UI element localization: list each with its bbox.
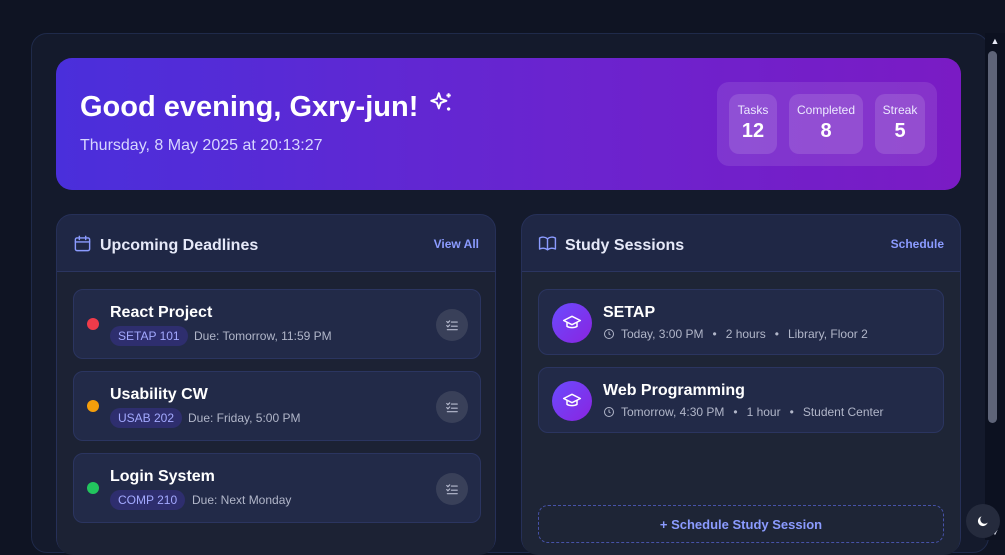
stat-value: 8 bbox=[820, 120, 832, 142]
book-open-icon bbox=[538, 234, 557, 258]
deadline-item[interactable]: Login System COMP 210 Due: Next Monday bbox=[73, 453, 481, 523]
study-sessions-title-text: Study Sessions bbox=[565, 237, 685, 254]
task-list-icon bbox=[446, 320, 458, 331]
deadline-title: Login System bbox=[110, 468, 215, 485]
session-meta: Tomorrow, 4:30 PM • 1 hour • Student Cen… bbox=[603, 405, 884, 419]
schedule-study-session-button[interactable]: + Schedule Study Session bbox=[538, 505, 944, 543]
graduation-cap-icon bbox=[552, 303, 592, 343]
due-text: Due: Friday, 5:00 PM bbox=[188, 411, 301, 425]
study-sessions-header: Study Sessions Schedule bbox=[522, 215, 960, 272]
meta-separator: • bbox=[712, 327, 717, 341]
priority-dot bbox=[87, 482, 99, 494]
session-location: Library, Floor 2 bbox=[787, 327, 868, 341]
stat-value: 12 bbox=[741, 120, 765, 142]
deadlines-card: Upcoming Deadlines View All React Projec… bbox=[56, 214, 496, 555]
sparkles-icon bbox=[428, 90, 454, 124]
study-sessions-card: Study Sessions Schedule SETAP Today, 3:0… bbox=[521, 214, 961, 555]
task-list-icon bbox=[446, 484, 458, 495]
task-list-icon bbox=[446, 402, 458, 413]
priority-dot bbox=[87, 318, 99, 330]
task-list-button[interactable] bbox=[436, 309, 468, 341]
schedule-link[interactable]: Schedule bbox=[891, 237, 944, 251]
session-item[interactable]: Web Programming Tomorrow, 4:30 PM • 1 ho… bbox=[538, 367, 944, 433]
scroll-thumb[interactable] bbox=[988, 51, 997, 423]
course-tag: SETAP 101 bbox=[110, 326, 188, 346]
greeting-title: Good evening, Gxry-jun! bbox=[80, 90, 454, 124]
session-time: Tomorrow, 4:30 PM bbox=[621, 405, 725, 419]
session-title: SETAP bbox=[603, 304, 656, 321]
session-duration: 2 hours bbox=[725, 327, 766, 341]
stats-panel: Tasks 12 Completed 8 Streak 5 bbox=[717, 82, 937, 166]
deadlines-header: Upcoming Deadlines View All bbox=[57, 215, 495, 272]
meta-separator: • bbox=[733, 405, 738, 419]
priority-dot bbox=[87, 400, 99, 412]
meta-separator: • bbox=[789, 405, 794, 419]
deadlines-title: Upcoming Deadlines bbox=[73, 234, 258, 258]
scroll-up-arrow-icon[interactable]: ▲ bbox=[985, 33, 1005, 49]
study-sessions-list: SETAP Today, 3:00 PM • 2 hours • Library… bbox=[522, 272, 960, 555]
deadline-title: Usability CW bbox=[110, 386, 208, 403]
stat-completed: Completed 8 bbox=[789, 94, 863, 154]
graduation-cap-icon bbox=[552, 381, 592, 421]
stat-label: Tasks bbox=[737, 103, 769, 117]
theme-toggle-button[interactable] bbox=[966, 504, 1000, 538]
deadline-title: React Project bbox=[110, 304, 213, 321]
deadlines-title-text: Upcoming Deadlines bbox=[100, 237, 259, 254]
meta-separator: • bbox=[774, 327, 779, 341]
course-tag: COMP 210 bbox=[110, 490, 186, 510]
session-duration: 1 hour bbox=[746, 405, 781, 419]
stat-value: 5 bbox=[894, 120, 906, 142]
session-meta: Today, 3:00 PM • 2 hours • Library, Floo… bbox=[603, 327, 868, 341]
deadlines-list: React Project SETAP 101 Due: Tomorrow, 1… bbox=[57, 272, 495, 555]
task-list-button[interactable] bbox=[436, 473, 468, 505]
moon-icon bbox=[977, 516, 988, 527]
greeting-text: Good evening, Gxry-jun! bbox=[80, 90, 419, 123]
course-tag: USAB 202 bbox=[110, 408, 183, 428]
view-all-link[interactable]: View All bbox=[434, 237, 479, 251]
due-text: Due: Next Monday bbox=[192, 493, 292, 507]
stat-tasks: Tasks 12 bbox=[729, 94, 777, 154]
stat-label: Streak bbox=[882, 103, 918, 117]
session-item[interactable]: SETAP Today, 3:00 PM • 2 hours • Library… bbox=[538, 289, 944, 355]
stat-streak: Streak 5 bbox=[875, 94, 925, 154]
clock-icon bbox=[604, 329, 614, 339]
study-sessions-title: Study Sessions bbox=[538, 234, 684, 258]
task-list-button[interactable] bbox=[436, 391, 468, 423]
greeting-banner: Good evening, Gxry-jun! Thursday, 8 May … bbox=[56, 58, 961, 190]
session-location: Student Center bbox=[802, 405, 884, 419]
page-scrollbar[interactable]: ▲ ▼ bbox=[985, 33, 1005, 540]
session-title: Web Programming bbox=[603, 382, 745, 399]
calendar-icon bbox=[73, 234, 92, 258]
deadline-item[interactable]: React Project SETAP 101 Due: Tomorrow, 1… bbox=[73, 289, 481, 359]
clock-icon bbox=[604, 407, 614, 417]
current-datetime: Thursday, 8 May 2025 at 20:13:27 bbox=[80, 137, 323, 154]
stat-label: Completed bbox=[796, 103, 856, 117]
deadline-item[interactable]: Usability CW USAB 202 Due: Friday, 5:00 … bbox=[73, 371, 481, 441]
session-time: Today, 3:00 PM bbox=[621, 327, 704, 341]
due-text: Due: Tomorrow, 11:59 PM bbox=[194, 329, 332, 343]
